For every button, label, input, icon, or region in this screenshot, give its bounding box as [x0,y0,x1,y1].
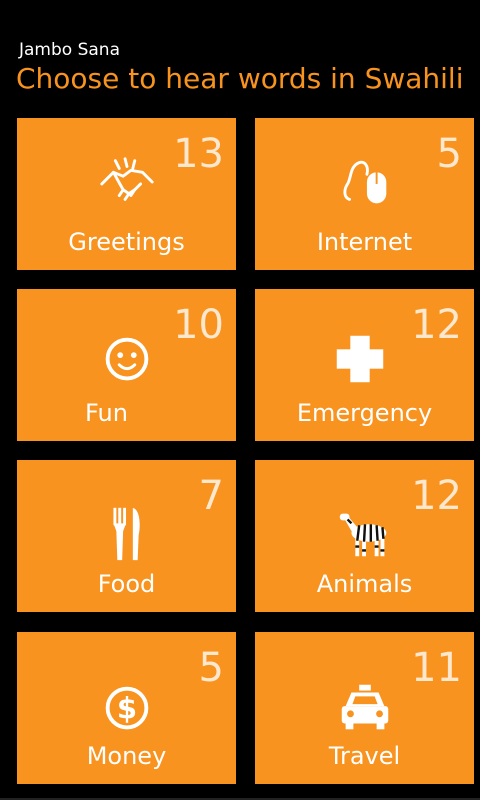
tile-count: 5 [198,645,224,691]
tile-animals[interactable]: 12 Animals [255,460,474,612]
tile-label: Travel [328,742,401,770]
tile-count: 12 [411,473,462,519]
tile-label: Fun [85,399,128,427]
tile-label: Food [97,570,156,598]
tile-count: 10 [173,302,224,348]
tile-label: Money [86,742,167,770]
tile-label: Emergency [296,399,433,427]
tile-count: 5 [436,131,462,177]
tile-label: Internet [316,228,413,256]
page-title: Choose to hear words in Swahili [16,62,464,95]
tile-internet[interactable]: 5 Internet [255,118,474,270]
mouse-icon [330,147,400,217]
svg-text:$: $ [116,692,136,726]
tile-fun[interactable]: 10 Fun [17,289,236,441]
handshake-icon [92,147,162,217]
tile-greetings[interactable]: 13 Greetings [17,118,236,270]
medical-cross-icon [325,324,395,394]
tile-count: 11 [411,645,462,691]
tile-label: Animals [316,570,413,598]
tile-travel[interactable]: 11 Travel [255,632,474,784]
tile-food[interactable]: 7 Food [17,460,236,612]
smiley-icon [92,324,162,394]
tile-emergency[interactable]: 12 Emergency [255,289,474,441]
tile-label: Greetings [68,228,185,256]
zebra-icon [330,498,400,568]
tile-money[interactable]: 5 $ Money [17,632,236,784]
taxi-icon [330,673,400,743]
fork-knife-icon [92,498,162,568]
tile-count: 12 [411,302,462,348]
tile-count: 13 [173,131,224,177]
app-name: Jambo Sana [19,40,120,60]
dollar-coin-icon: $ [92,673,162,743]
tile-count: 7 [198,473,224,519]
